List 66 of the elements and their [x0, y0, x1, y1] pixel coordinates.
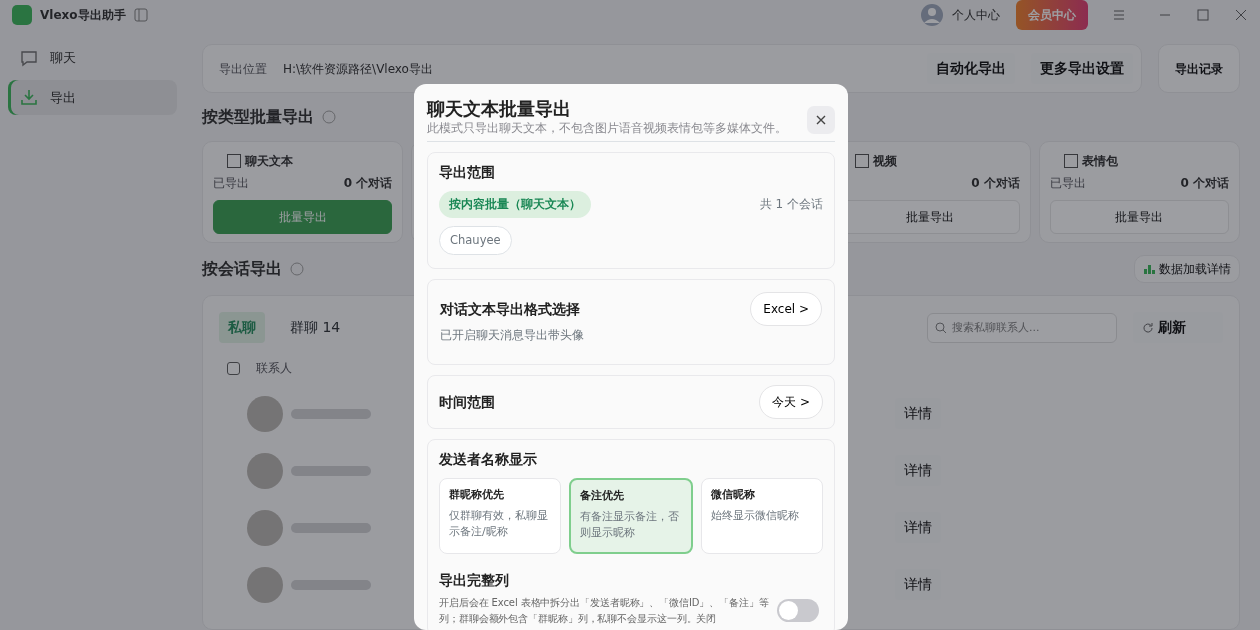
section-title: 导出范围: [439, 162, 496, 182]
load-details-button[interactable]: 数据加载详情: [1134, 255, 1240, 283]
option-title: 微信昵称: [711, 487, 756, 504]
location-path: H:\软件资源路径\Vlexo导出: [283, 60, 434, 78]
toggle-switch[interactable]: [777, 599, 819, 623]
dialog-subtitle: 此模式只导出聊天文本，不包含图片语音视频表情包等多媒体文件。: [427, 119, 787, 137]
dialog-title: 聊天文本批量导出: [427, 98, 572, 120]
option-description: 开启后会在 Excel 表格中拆分出「发送者昵称」、「微信ID」、「备注」等列；群聊会额外包含「群昵称」列，私聊不会显示这一列。关闭: [439, 596, 769, 626]
avatar-placeholder: [247, 509, 283, 546]
option-title: 备注优先: [580, 488, 625, 505]
search-icon: [935, 321, 947, 334]
batch-export-button[interactable]: 批量导出: [1049, 200, 1229, 234]
option-description: 有备注显示备注，否则显示昵称: [580, 508, 680, 542]
close-icon[interactable]: [1234, 8, 1248, 22]
location-label: 导出位置: [218, 60, 267, 78]
help-icon[interactable]: [322, 110, 336, 124]
session-tab[interactable]: 群聊 14: [281, 312, 350, 343]
section-title: 对话文本导出格式选择: [440, 299, 580, 319]
maximize-icon[interactable]: [1196, 8, 1210, 22]
section-title: 时间范围: [439, 392, 495, 412]
scope-mode-tag: 按内容批量（聊天文本）: [439, 190, 591, 219]
refresh-icon: [1142, 321, 1154, 334]
chat-bubble-icon: [20, 48, 38, 67]
user-center-link[interactable]: 个人中心: [952, 6, 1000, 24]
conversation-count: 0 个对话: [343, 175, 393, 192]
card-title: 视频: [872, 153, 897, 170]
option-description: 仅群聊有效，私聊显示备注/昵称: [449, 507, 549, 541]
option-title: 群昵称优先: [449, 487, 505, 504]
select-all-checkbox[interactable]: [227, 361, 240, 375]
app-title: Vlexo导出助手: [40, 7, 126, 24]
format-select-button[interactable]: Excel >: [750, 292, 822, 327]
time-range-button[interactable]: 今天 >: [759, 385, 823, 420]
conversation-count: 0 个对话: [1180, 175, 1229, 192]
bar-chart-icon: [1143, 263, 1155, 275]
export-status: 已导出: [1049, 175, 1086, 192]
menu-icon[interactable]: [1112, 8, 1126, 22]
export-status: 已导出: [213, 175, 249, 192]
avatar-placeholder: [247, 566, 283, 603]
contact-chip: Chauyee: [439, 226, 512, 256]
search-field[interactable]: 搜索私聊联系人...: [927, 312, 1117, 343]
session-total: 共 1 个会话: [759, 196, 823, 214]
conversation-count: 0 个对话: [971, 175, 1020, 192]
section-title: 导出完整列: [439, 571, 510, 591]
name-option-card[interactable]: 群昵称优先 仅群聊有效，私聊显示备注/昵称: [439, 478, 561, 555]
column-header: 联系人: [256, 360, 292, 377]
close-icon: [815, 114, 827, 126]
section-title: 发送者名称显示: [439, 450, 538, 470]
sidebar-item[interactable]: 导出: [8, 79, 177, 115]
close-button[interactable]: [807, 106, 835, 134]
help-icon[interactable]: [290, 262, 304, 276]
export-history-button[interactable]: 导出记录: [1158, 44, 1240, 93]
avatar-placeholder: [247, 452, 283, 489]
card-title: 聊天文本: [245, 153, 293, 170]
sidebar-item[interactable]: 聊天: [8, 40, 177, 76]
app-logo-icon: [12, 5, 32, 25]
format-note: 已开启聊天消息导出带头像: [440, 327, 585, 345]
avatar-placeholder: [247, 395, 283, 432]
option-description: 始终显示微信昵称: [711, 507, 800, 524]
section-title: 按会话导出: [202, 258, 282, 280]
name-option-card[interactable]: 备注优先 有备注显示备注，否则显示昵称: [569, 478, 693, 555]
download-icon: [20, 88, 38, 107]
sidebar-toggle-icon[interactable]: [133, 8, 148, 22]
card-title: 表情包: [1081, 153, 1118, 170]
name-option-card[interactable]: 微信昵称 始终显示微信昵称: [701, 478, 823, 555]
section-title: 按类型批量导出: [202, 106, 314, 128]
avatar-icon[interactable]: [920, 3, 944, 27]
